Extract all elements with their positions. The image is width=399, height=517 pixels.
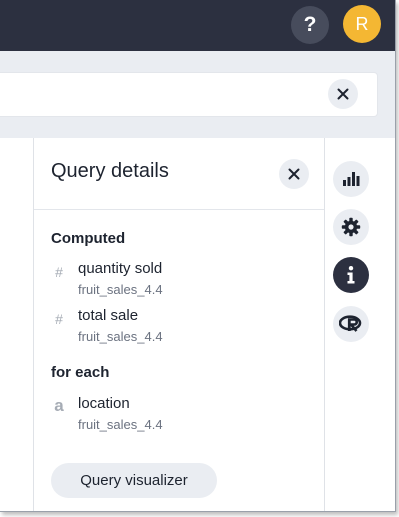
app-window: ? R Query details Computed # quantity so… <box>0 0 396 512</box>
search-clear-button[interactable] <box>328 79 358 109</box>
help-icon: ? <box>303 13 317 36</box>
r-analysis-button[interactable] <box>333 306 369 342</box>
panel-header-divider <box>34 209 324 210</box>
column-source: fruit_sales_4.4 <box>78 282 163 297</box>
close-panel-button[interactable] <box>279 159 309 189</box>
foreach-section-label: for each <box>51 364 110 381</box>
info-icon <box>347 266 355 284</box>
bar-chart-icon <box>343 172 360 186</box>
panel-title: Query details <box>51 160 169 182</box>
text-type-icon: a <box>54 396 64 415</box>
column-source: fruit_sales_4.4 <box>78 329 163 344</box>
chart-config-button[interactable] <box>333 161 369 197</box>
number-type-icon: # <box>55 264 63 280</box>
help-button[interactable]: ? <box>291 6 329 44</box>
query-details-button[interactable] <box>333 257 369 293</box>
computed-column-item: # quantity sold fruit_sales_4.4 <box>51 260 311 304</box>
panel-left-border <box>33 138 34 511</box>
gear-icon <box>341 217 361 237</box>
query-visualizer-button[interactable]: Query visualizer <box>51 463 217 498</box>
column-source: fruit_sales_4.4 <box>78 417 163 432</box>
settings-button[interactable] <box>333 209 369 245</box>
panel-right-border <box>324 138 325 511</box>
user-avatar[interactable]: R <box>343 5 381 43</box>
top-nav-bar <box>0 0 395 51</box>
close-icon <box>337 88 349 100</box>
search-bar[interactable] <box>0 72 378 117</box>
column-name: location <box>78 395 130 412</box>
number-type-icon: # <box>55 311 63 327</box>
computed-column-item: # total sale fruit_sales_4.4 <box>51 307 311 351</box>
close-icon <box>288 168 300 180</box>
computed-section-label: Computed <box>51 230 126 247</box>
r-logo-icon <box>339 315 362 332</box>
foreach-column-item: a location fruit_sales_4.4 <box>51 395 311 439</box>
column-name: total sale <box>78 307 139 324</box>
avatar-initial: R <box>355 13 369 34</box>
column-name: quantity sold <box>78 260 163 277</box>
